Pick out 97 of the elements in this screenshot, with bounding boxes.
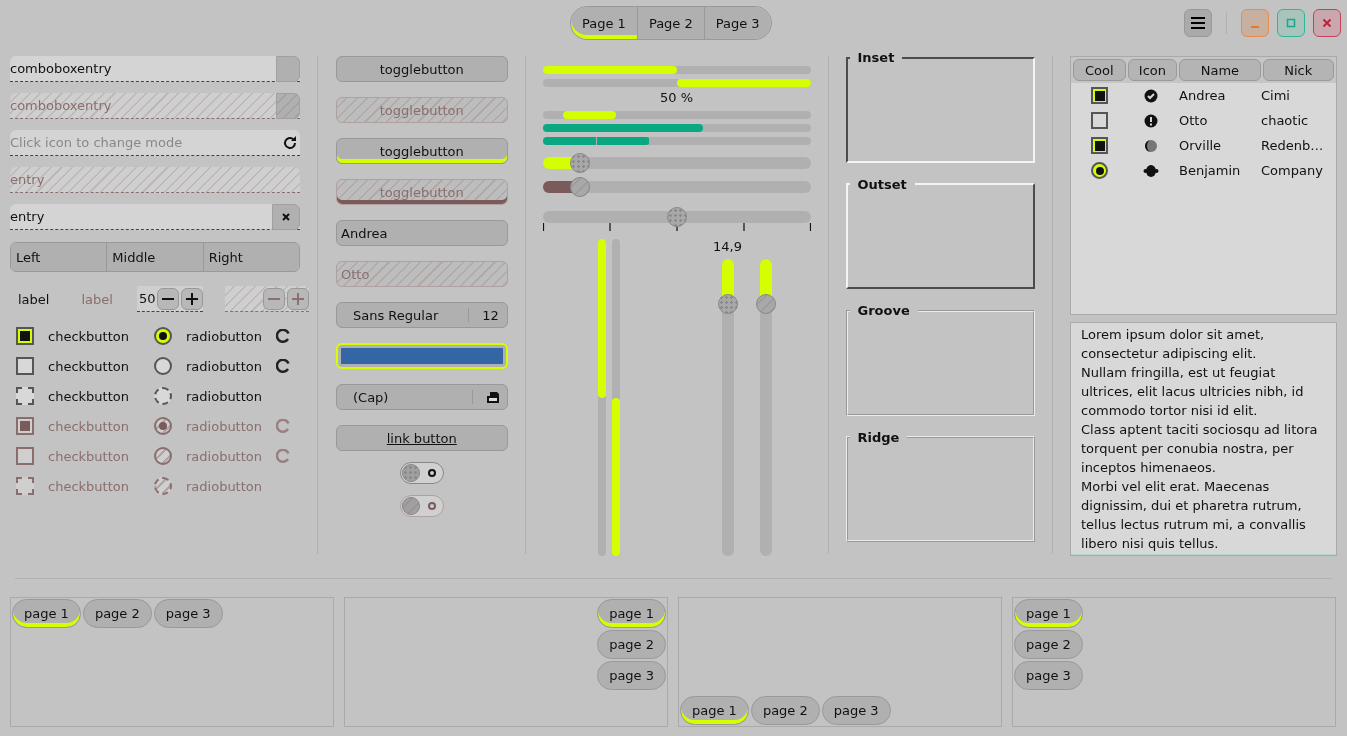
warning-icon: [1144, 113, 1158, 128]
paragraph: Nullam fringilla, est ut feugiat ultrices, elit lacus ultricies nibh, id commodo tortor nisi id elit.: [1081, 363, 1305, 420]
tab[interactable]: page 2: [597, 630, 666, 659]
checkbox[interactable]: [1091, 112, 1108, 129]
table-cell-text: Cimi: [1260, 88, 1291, 103]
animal-icon: [1143, 163, 1159, 178]
minus-icon: [267, 297, 280, 300]
tab[interactable]: page 1: [597, 599, 666, 628]
tab[interactable]: page 3: [597, 661, 666, 690]
radio-label[interactable]: radiobutton: [186, 328, 262, 344]
progress-label: 50 %: [659, 90, 695, 106]
frame-label: Inset: [856, 50, 896, 65]
spin-button[interactable]: 50: [136, 286, 203, 312]
radio-button[interactable]: [154, 357, 172, 375]
checkbox-label[interactable]: checkbutton: [48, 328, 129, 344]
maximize-icon: [1286, 18, 1296, 28]
file-name: (Cap): [353, 389, 390, 405]
column-header[interactable]: Icon: [1127, 59, 1178, 81]
font-size: 12: [481, 307, 500, 323]
tab[interactable]: page 3: [821, 696, 891, 725]
font-name: Sans Regular: [353, 307, 440, 323]
check-circle-icon: [1144, 88, 1158, 103]
checkbox[interactable]: [16, 357, 34, 375]
color-button[interactable]: [336, 343, 508, 369]
clear-button[interactable]: [272, 203, 300, 230]
paragraph: Morbi vel elit erat. Maecenas dignissim, dui et pharetra rutrum, tellus lectus rutrum mi, a convallis libero nisi quis tellus.: [1081, 477, 1307, 553]
plus-icon: [184, 291, 199, 306]
column-header[interactable]: Name: [1179, 59, 1261, 81]
close-icon: [1322, 18, 1332, 28]
column-header[interactable]: Cool: [1073, 59, 1126, 81]
combo-box[interactable]: Andrea: [336, 220, 508, 246]
segment-button[interactable]: Right: [203, 243, 299, 271]
tab[interactable]: page 1: [1014, 599, 1083, 628]
table-cell-text: chaotic: [1260, 113, 1310, 128]
table-cell-text: Company: [1260, 163, 1324, 178]
minus-button[interactable]: [156, 287, 179, 310]
radio-button[interactable]: [154, 327, 172, 345]
frame-label: Ridge: [856, 429, 901, 445]
link-button[interactable]: link button: [336, 425, 508, 451]
menu-button[interactable]: [1184, 9, 1212, 37]
switch[interactable]: [399, 462, 444, 484]
label: label: [81, 291, 113, 307]
plus-icon: [290, 291, 305, 306]
paragraph: Lorem ipsum dolor sit amet, consectetur adipiscing elit.: [1081, 325, 1266, 363]
tab[interactable]: page 3: [1014, 661, 1083, 690]
minus-icon: [161, 297, 174, 300]
frame-label: Groove: [856, 303, 911, 318]
table-cell-text: Otto: [1178, 113, 1209, 128]
slider-thumb[interactable]: [570, 153, 591, 173]
tab[interactable]: page 1: [12, 599, 81, 628]
table-cell-text: Benjamin: [1178, 163, 1242, 178]
tab[interactable]: Page 3: [704, 7, 771, 39]
slider-thumb[interactable]: [666, 207, 687, 227]
label: label: [18, 291, 50, 307]
checkbox[interactable]: [16, 387, 34, 405]
plus-button[interactable]: [180, 287, 203, 310]
toggle-button[interactable]: togglebutton: [336, 138, 508, 164]
maximize-button[interactable]: [1277, 9, 1305, 37]
table-cell-text: Orville: [1178, 138, 1223, 153]
radio-label[interactable]: radiobutton: [186, 358, 262, 374]
segment-button[interactable]: Left: [11, 243, 108, 271]
radio-button[interactable]: [154, 387, 172, 405]
tab[interactable]: page 2: [82, 599, 152, 628]
tab[interactable]: Page 1: [571, 7, 638, 39]
radio-button[interactable]: [1091, 162, 1108, 179]
table-cell-text: Andrea: [1178, 88, 1227, 103]
minimize-icon: [1251, 26, 1259, 28]
combo-box[interactable]: comboboxentry: [10, 56, 300, 82]
close-button[interactable]: [1313, 9, 1341, 37]
tab[interactable]: page 2: [1014, 630, 1083, 659]
frame-label: Outset: [856, 176, 908, 192]
slider-thumb[interactable]: [717, 293, 738, 314]
checkbox[interactable]: [16, 327, 34, 345]
column-header[interactable]: Nick: [1262, 59, 1334, 81]
segment-button[interactable]: Middle: [107, 243, 204, 271]
table-cell-text: Redenb…: [1260, 138, 1325, 153]
toggle-button[interactable]: togglebutton: [336, 56, 508, 82]
moon-icon: [1144, 138, 1158, 153]
checkbox[interactable]: [1091, 87, 1108, 104]
tab[interactable]: Page 2: [637, 7, 705, 39]
menu-icon: [1190, 16, 1206, 30]
text-field[interactable]: entry: [10, 204, 300, 230]
refresh-icon[interactable]: [282, 134, 298, 151]
radio-label[interactable]: radiobutton: [186, 388, 262, 404]
close-icon: [281, 211, 291, 222]
tab[interactable]: page 2: [750, 696, 820, 725]
checkbox-label[interactable]: checkbutton: [48, 388, 129, 404]
font-button[interactable]: Sans Regular 12: [336, 302, 508, 328]
text-view[interactable]: [1070, 321, 1337, 556]
checkbox[interactable]: [1091, 137, 1108, 154]
slider-value: 14,9: [713, 239, 742, 256]
checkbox-label[interactable]: checkbutton: [48, 358, 129, 374]
file-button[interactable]: (Cap): [336, 384, 508, 410]
tab[interactable]: page 1: [680, 696, 749, 725]
tab[interactable]: page 3: [153, 599, 223, 628]
paragraph: Class aptent taciti sociosqu ad litora torquent per conubia nostra, per inceptos himenaeos.: [1081, 420, 1319, 477]
document-icon: [484, 389, 501, 405]
